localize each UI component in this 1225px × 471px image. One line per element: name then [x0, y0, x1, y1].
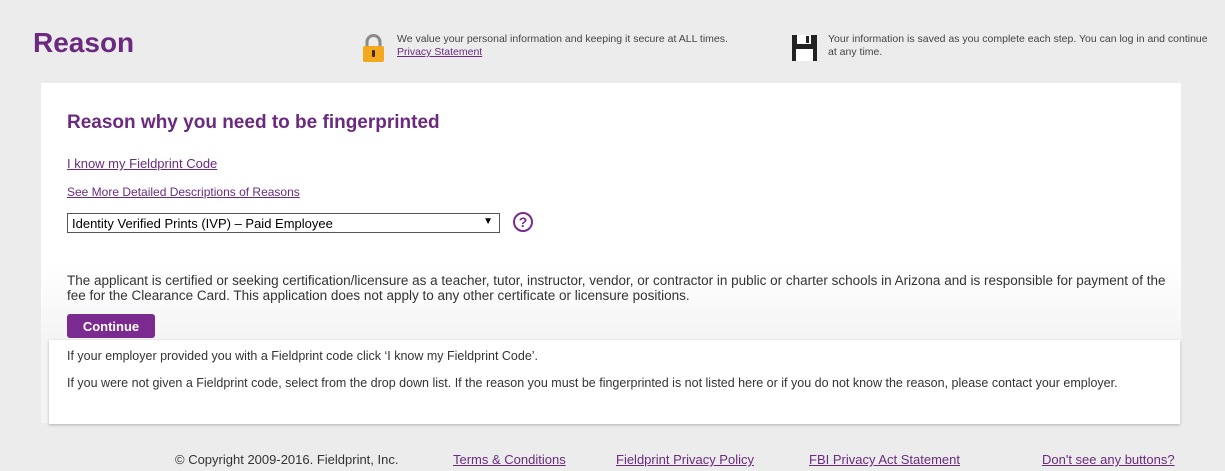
- footer-fbi-link[interactable]: FBI Privacy Act Statement: [809, 452, 960, 467]
- reason-select[interactable]: Identity Verified Prints (IVP) – Paid Em…: [67, 213, 500, 233]
- help-text-code: If your employer provided you with a Fie…: [67, 349, 539, 363]
- footer-terms-link[interactable]: Terms & Conditions: [453, 452, 566, 467]
- help-icon[interactable]: ?: [513, 212, 533, 232]
- saved-notice-text: Your information is saved as you complet…: [828, 33, 1208, 58]
- section-heading: Reason why you need to be fingerprinted: [67, 112, 440, 133]
- help-text-dropdown: If you were not given a Fieldprint code,…: [67, 376, 1118, 390]
- dropdown-arrow-icon: ▼: [483, 216, 493, 227]
- secure-notice-text: We value your personal information and k…: [397, 33, 728, 45]
- footer-privacy-policy-link[interactable]: Fieldprint Privacy Policy: [616, 452, 754, 467]
- saved-notice: Your information is saved as you complet…: [791, 33, 1211, 63]
- footer-buttons-help-link[interactable]: Don't see any buttons?: [1042, 452, 1175, 467]
- floppy-disk-icon: [792, 35, 817, 61]
- footer-copyright: © Copyright 2009-2016. Fieldprint, Inc.: [175, 452, 399, 467]
- secure-notice: We value your personal information and k…: [360, 33, 790, 63]
- continue-button[interactable]: Continue: [67, 314, 155, 338]
- reason-description: The applicant is certified or seeking ce…: [67, 273, 1166, 303]
- reason-select-value: Identity Verified Prints (IVP) – Paid Em…: [72, 215, 333, 231]
- fieldprint-code-link[interactable]: I know my Fieldprint Code: [67, 156, 217, 171]
- page-title: Reason: [33, 27, 135, 58]
- privacy-statement-link[interactable]: Privacy Statement: [397, 46, 482, 58]
- reason-descriptions-link[interactable]: See More Detailed Descriptions of Reason…: [67, 185, 300, 199]
- padlock-icon: [363, 34, 384, 62]
